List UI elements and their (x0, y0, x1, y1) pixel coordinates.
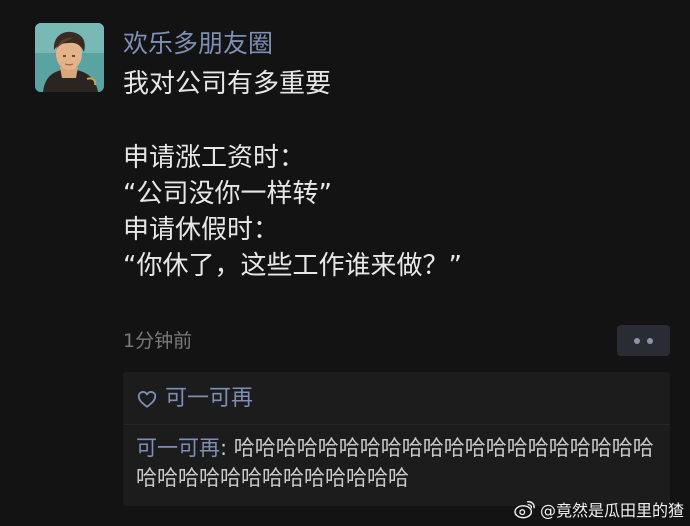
comment-separator: : (220, 436, 234, 460)
dot-icon (634, 337, 640, 344)
moments-post-screen: 欢乐多朋友圈 我对公司有多重要 申请涨工资时： “公司没你一样转” 申请休假时：… (0, 0, 690, 526)
watermark-text: @竟然是瓜田里的猹 (539, 501, 684, 520)
comment-author[interactable]: 可一可再 (136, 436, 220, 460)
more-actions-button[interactable] (617, 325, 670, 356)
post-line (123, 102, 643, 140)
post-line: 我对公司有多重要 (123, 69, 332, 99)
likes-row: 可一可再 (136, 384, 253, 414)
liker-name[interactable]: 可一可再 (165, 384, 253, 414)
post-author-name[interactable]: 欢乐多朋友圈 (123, 27, 273, 61)
post-text: 我对公司有多重要 申请涨工资时： “公司没你一样转” 申请休假时： “你休了，这… (123, 66, 643, 284)
portrait-avatar-icon (35, 23, 104, 92)
avatar[interactable] (35, 23, 104, 92)
post-timestamp: 1分钟前 (123, 330, 193, 352)
comment-item[interactable]: 可一可再: 哈哈哈哈哈哈哈哈哈哈哈哈哈哈哈哈哈哈哈哈哈哈哈哈哈哈哈哈哈哈哈哈哈 (136, 433, 656, 493)
post-line: “你休了，这些工作谁来做？” (123, 251, 462, 281)
post-line: 申请涨工资时： (123, 143, 306, 173)
dot-icon (647, 337, 653, 344)
weibo-icon (514, 500, 535, 519)
panel-divider (123, 424, 670, 425)
watermark: @竟然是瓜田里的猹 (514, 496, 684, 522)
likes-comments-panel: 可一可再 可一可再: 哈哈哈哈哈哈哈哈哈哈哈哈哈哈哈哈哈哈哈哈哈哈哈哈哈哈哈哈哈… (123, 372, 670, 506)
post-line: 申请休假时： (123, 215, 280, 245)
post-line: “公司没你一样转” (123, 179, 332, 209)
heart-outline-icon (137, 391, 157, 408)
